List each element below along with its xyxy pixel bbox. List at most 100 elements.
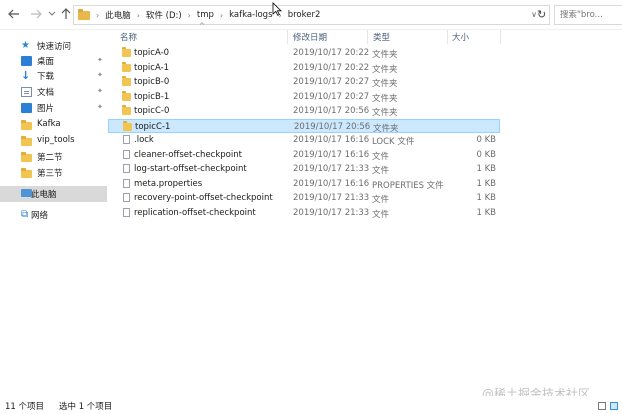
file-name: meta.properties: [134, 178, 203, 189]
column-divider[interactable]: [447, 30, 448, 44]
nav-item-documents[interactable]: 文档 ✦: [0, 84, 107, 100]
chevron-down-icon: [48, 11, 56, 16]
file-row[interactable]: replication-offset-checkpoint 2019/10/17…: [108, 206, 500, 221]
large-icons-view-icon[interactable]: [610, 402, 618, 410]
nav-item-label: 桌面: [37, 57, 55, 67]
nav-item-section-2[interactable]: 第二节: [0, 149, 107, 165]
breadcrumb: › 此电脑 › 软件 (D:) › tmp › kafka-logs › bro…: [90, 9, 320, 21]
column-header-size[interactable]: 大小: [452, 31, 469, 44]
desktop-icon: [21, 56, 32, 66]
file-name: topicB-1: [134, 91, 170, 102]
file-row[interactable]: cleaner-offset-checkpoint 2019/10/17 16:…: [108, 148, 500, 163]
file-type: 文件夹: [372, 93, 398, 104]
file-row[interactable]: meta.properties 2019/10/17 16:16 PROPERT…: [108, 177, 500, 192]
file-row[interactable]: topicC-0 2019/10/17 20:56 文件夹: [108, 104, 500, 119]
column-divider[interactable]: [287, 30, 288, 44]
folder-icon: [21, 120, 32, 130]
star-icon: ★: [21, 40, 30, 51]
file-date: 2019/10/17 21:33: [293, 164, 370, 174]
nav-item-label: 图片: [37, 104, 55, 114]
breadcrumb-separator: ›: [219, 10, 224, 20]
folder-icon: [122, 76, 131, 86]
file-row[interactable]: recovery-point-offset-checkpoint 2019/10…: [108, 191, 500, 206]
address-box[interactable]: › 此电脑 › 软件 (D:) › tmp › kafka-logs › bro…: [73, 5, 550, 25]
folder-icon: [21, 152, 32, 162]
nav-item-label: 文档: [37, 88, 55, 98]
nav-item-network[interactable]: ⧉ 网络: [0, 207, 107, 223]
column-header-date[interactable]: 修改日期: [293, 31, 327, 44]
file-row[interactable]: .lock 2019/10/17 16:16 LOCK 文件 0 KB: [108, 133, 500, 148]
nav-item-pictures[interactable]: 图片 ✦: [0, 100, 107, 116]
file-name: .lock: [134, 135, 154, 145]
breadcrumb-item-drive[interactable]: 软件 (D:): [146, 9, 182, 21]
file-type: 文件: [372, 209, 390, 220]
file-icon: [123, 164, 130, 173]
file-row[interactable]: topicB-0 2019/10/17 20:27 文件夹: [108, 75, 500, 90]
sort-indicator-icon: ^: [199, 22, 205, 30]
file-date: 2019/10/17 20:27: [293, 77, 370, 87]
nav-item-quick-access[interactable]: ★ 快速访问: [0, 38, 107, 54]
column-divider[interactable]: [367, 30, 368, 44]
status-bar: 11 个项目 选中 1 个项目: [0, 396, 622, 414]
file-size: 1 KB: [476, 193, 496, 203]
column-header-type[interactable]: 类型: [373, 31, 390, 44]
details-view-icon[interactable]: [598, 402, 606, 410]
file-type: 文件: [372, 151, 390, 162]
file-row[interactable]: topicA-1 2019/10/17 20:22 文件夹: [108, 61, 500, 76]
file-name: replication-offset-checkpoint: [134, 207, 256, 218]
back-button[interactable]: [6, 6, 22, 22]
refresh-icon[interactable]: ↻: [537, 9, 546, 20]
pin-icon[interactable]: ✦: [97, 103, 103, 112]
pin-icon[interactable]: ✦: [97, 56, 103, 65]
file-date: 2019/10/17 21:33: [293, 207, 370, 218]
file-size: 0 KB: [476, 149, 496, 160]
pin-icon[interactable]: ✦: [97, 71, 103, 80]
nav-item-vip-tools[interactable]: vip_tools: [0, 133, 107, 149]
nav-item-label: vip_tools: [37, 135, 75, 145]
navigation-pane: ★ 快速访问 桌面 ✦ ↓ 下载 ✦ 文档 ✦ 图片 ✦ Kafka vip_t…: [0, 30, 107, 396]
file-list: topicA-0 2019/10/17 20:22 文件夹 topicA-1 2…: [108, 46, 500, 220]
nav-item-label: Kafka: [37, 119, 61, 129]
file-type: 文件夹: [372, 108, 398, 118]
file-icon: [123, 149, 130, 159]
file-name: topicC-1: [135, 121, 171, 132]
back-arrow-icon: [8, 9, 19, 19]
folder-icon: [21, 168, 32, 178]
column-divider[interactable]: [500, 30, 501, 44]
forward-arrow-icon: [31, 9, 42, 19]
breadcrumb-item-kafka-logs[interactable]: kafka-logs: [229, 10, 272, 20]
breadcrumb-item-broker2[interactable]: broker2: [288, 10, 321, 20]
file-name: topicA-1: [134, 62, 170, 73]
pin-icon[interactable]: ✦: [97, 87, 103, 96]
file-type: 文件: [372, 166, 390, 176]
folder-icon: [21, 136, 32, 146]
nav-item-label: 第二节: [37, 153, 63, 163]
file-date: 2019/10/17 21:33: [293, 193, 370, 203]
file-row-selected[interactable]: topicC-1 2019/10/17 20:56 文件夹: [108, 118, 500, 134]
folder-icon: [78, 8, 90, 20]
pictures-icon: [21, 103, 32, 113]
file-date: 2019/10/17 20:27: [293, 91, 370, 102]
search-input[interactable]: [555, 10, 622, 20]
search-box[interactable]: [554, 5, 622, 25]
breadcrumb-item-this-pc[interactable]: 此电脑: [105, 9, 131, 21]
file-row[interactable]: topicB-1 2019/10/17 20:27 文件夹: [108, 90, 500, 105]
folder-icon: [122, 90, 131, 101]
file-row[interactable]: log-start-offset-checkpoint 2019/10/17 2…: [108, 162, 500, 177]
nav-item-downloads[interactable]: ↓ 下载 ✦: [0, 68, 107, 84]
file-name: topicC-0: [134, 106, 170, 116]
file-type: 文件夹: [372, 64, 398, 75]
column-header-name[interactable]: 名称: [120, 31, 137, 44]
nav-item-this-pc[interactable]: 此电脑: [0, 186, 107, 202]
nav-item-desktop[interactable]: 桌面 ✦: [0, 53, 107, 69]
file-name: cleaner-offset-checkpoint: [134, 149, 242, 160]
up-button[interactable]: [58, 6, 74, 22]
file-date: 2019/10/17 16:16: [293, 149, 370, 160]
breadcrumb-item-tmp[interactable]: tmp: [197, 10, 214, 20]
nav-item-section-3[interactable]: 第三节: [0, 165, 107, 181]
nav-item-kafka[interactable]: Kafka: [0, 117, 107, 133]
file-row[interactable]: topicA-0 2019/10/17 20:22 文件夹: [108, 46, 500, 61]
status-item-count: 11 个项目: [5, 402, 45, 412]
forward-button[interactable]: [28, 6, 44, 22]
nav-item-label: 此电脑: [31, 190, 57, 200]
